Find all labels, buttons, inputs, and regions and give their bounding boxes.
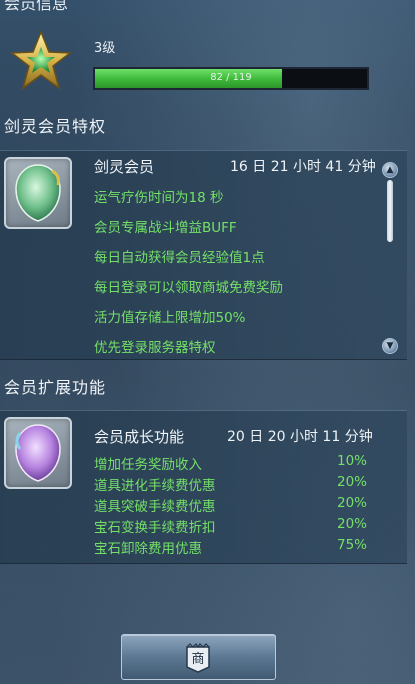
member-growth-badge-icon [4,417,72,489]
growth-feature-value: 75% [336,537,367,553]
privilege-feature: 运气疗伤时间为18 秒 [94,190,224,206]
shop-icon-glyph: 商 [191,652,204,667]
privilege-feature: 优先登录服务器特权 [94,340,216,356]
progress-text: 82 / 119 [210,72,252,83]
growth-feature-value: 20% [336,474,367,490]
extension-section-title: 会员扩展功能 [4,378,107,397]
scroll-thumb[interactable] [387,180,393,242]
shop-icon: 商 [184,643,212,673]
growth-feature-label: 道具进化手续费优惠 [94,478,216,494]
member-exp-progress-bar: 82 / 119 [93,67,369,90]
growth-feature-value: 20% [336,516,367,532]
shop-button[interactable]: 商 [121,634,276,680]
jianling-member-name: 剑灵会员 [94,158,155,176]
scroll-down-icon[interactable]: ▼ [382,338,398,354]
jianling-member-badge-icon [4,157,72,229]
member-level-star-icon [9,29,73,92]
growth-feature-value: 10% [336,453,367,469]
growth-feature-value: 20% [336,495,367,511]
growth-feature-label: 宝石卸除费用优惠 [94,541,202,557]
extension-panel: 会员成长功能 20 日 20 小时 11 分钟 增加任务奖励收入 10% 道具进… [0,410,407,564]
member-growth-remaining-time: 20 日 20 小时 11 分钟 [227,429,373,445]
privilege-feature: 活力值存储上限增加50% [94,310,246,326]
member-info-title: 会员信息 [4,0,69,13]
growth-feature-label: 增加任务奖励收入 [94,457,202,473]
privileges-scrollbar[interactable]: ▲ ▼ [382,162,398,354]
privilege-feature: 每日登录可以领取商城免费奖励 [94,280,283,296]
scroll-up-icon[interactable]: ▲ [382,162,398,178]
growth-feature-label: 宝石变换手续费折扣 [94,520,216,536]
privilege-feature: 每日自动获得会员经验值1点 [94,250,265,266]
member-growth-name: 会员成长功能 [94,428,185,446]
growth-feature-label: 道具突破手续费优惠 [94,499,216,515]
privileges-panel: 剑灵会员 16 日 21 小时 41 分钟 运气疗伤时间为18 秒 会员专属战斗… [0,150,407,360]
privileges-section-title: 剑灵会员特权 [4,117,107,136]
privilege-feature: 会员专属战斗增益BUFF [94,220,237,236]
jianling-member-remaining-time: 16 日 21 小时 41 分钟 [230,159,376,175]
member-level: 3级 [94,41,116,56]
